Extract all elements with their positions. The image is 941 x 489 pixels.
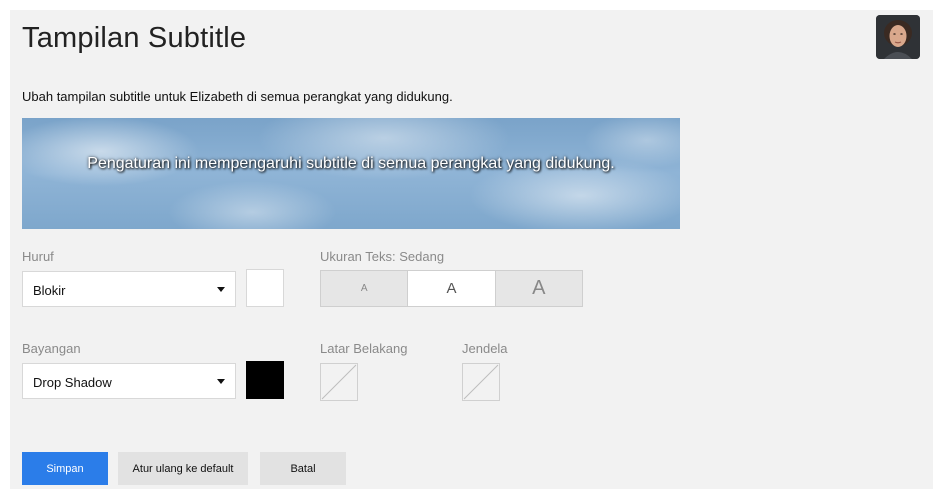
window-color-swatch[interactable]	[462, 363, 500, 401]
no-color-icon	[463, 364, 499, 400]
preview-text: Pengaturan ini mempengaruhi subtitle di …	[87, 155, 615, 172]
text-size-label: Ukuran Teks: Sedang	[320, 249, 445, 264]
font-select-value: Blokir	[33, 283, 66, 298]
shadow-label: Bayangan	[22, 341, 81, 356]
text-size-small-button[interactable]: A	[321, 271, 408, 306]
shadow-color-swatch[interactable]	[246, 361, 284, 399]
background-color-swatch[interactable]	[320, 363, 358, 401]
profile-avatar-icon	[876, 15, 920, 59]
settings-panel	[10, 10, 933, 489]
shadow-select[interactable]: Drop Shadow	[22, 363, 236, 399]
font-label: Huruf	[22, 249, 54, 264]
subtitle-preview: Pengaturan ini mempengaruhi subtitle di …	[22, 118, 680, 229]
save-button[interactable]: Simpan	[22, 452, 108, 485]
page-title: Tampilan Subtitle	[22, 22, 247, 54]
page-description: Ubah tampilan subtitle untuk Elizabeth d…	[22, 89, 453, 104]
chevron-down-icon	[217, 287, 225, 292]
no-color-icon	[321, 364, 357, 400]
reset-default-button[interactable]: Atur ulang ke default	[118, 452, 248, 485]
text-size-selector: A A A	[320, 270, 583, 307]
font-color-swatch[interactable]	[246, 269, 284, 307]
avatar[interactable]	[876, 15, 920, 59]
shadow-select-value: Drop Shadow	[33, 375, 112, 390]
window-label: Jendela	[462, 341, 508, 356]
text-size-medium-button[interactable]: A	[407, 271, 495, 306]
text-size-large-button[interactable]: A	[494, 271, 582, 306]
chevron-down-icon	[217, 379, 225, 384]
font-select[interactable]: Blokir	[22, 271, 236, 307]
cancel-button[interactable]: Batal	[260, 452, 346, 485]
background-label: Latar Belakang	[320, 341, 408, 356]
